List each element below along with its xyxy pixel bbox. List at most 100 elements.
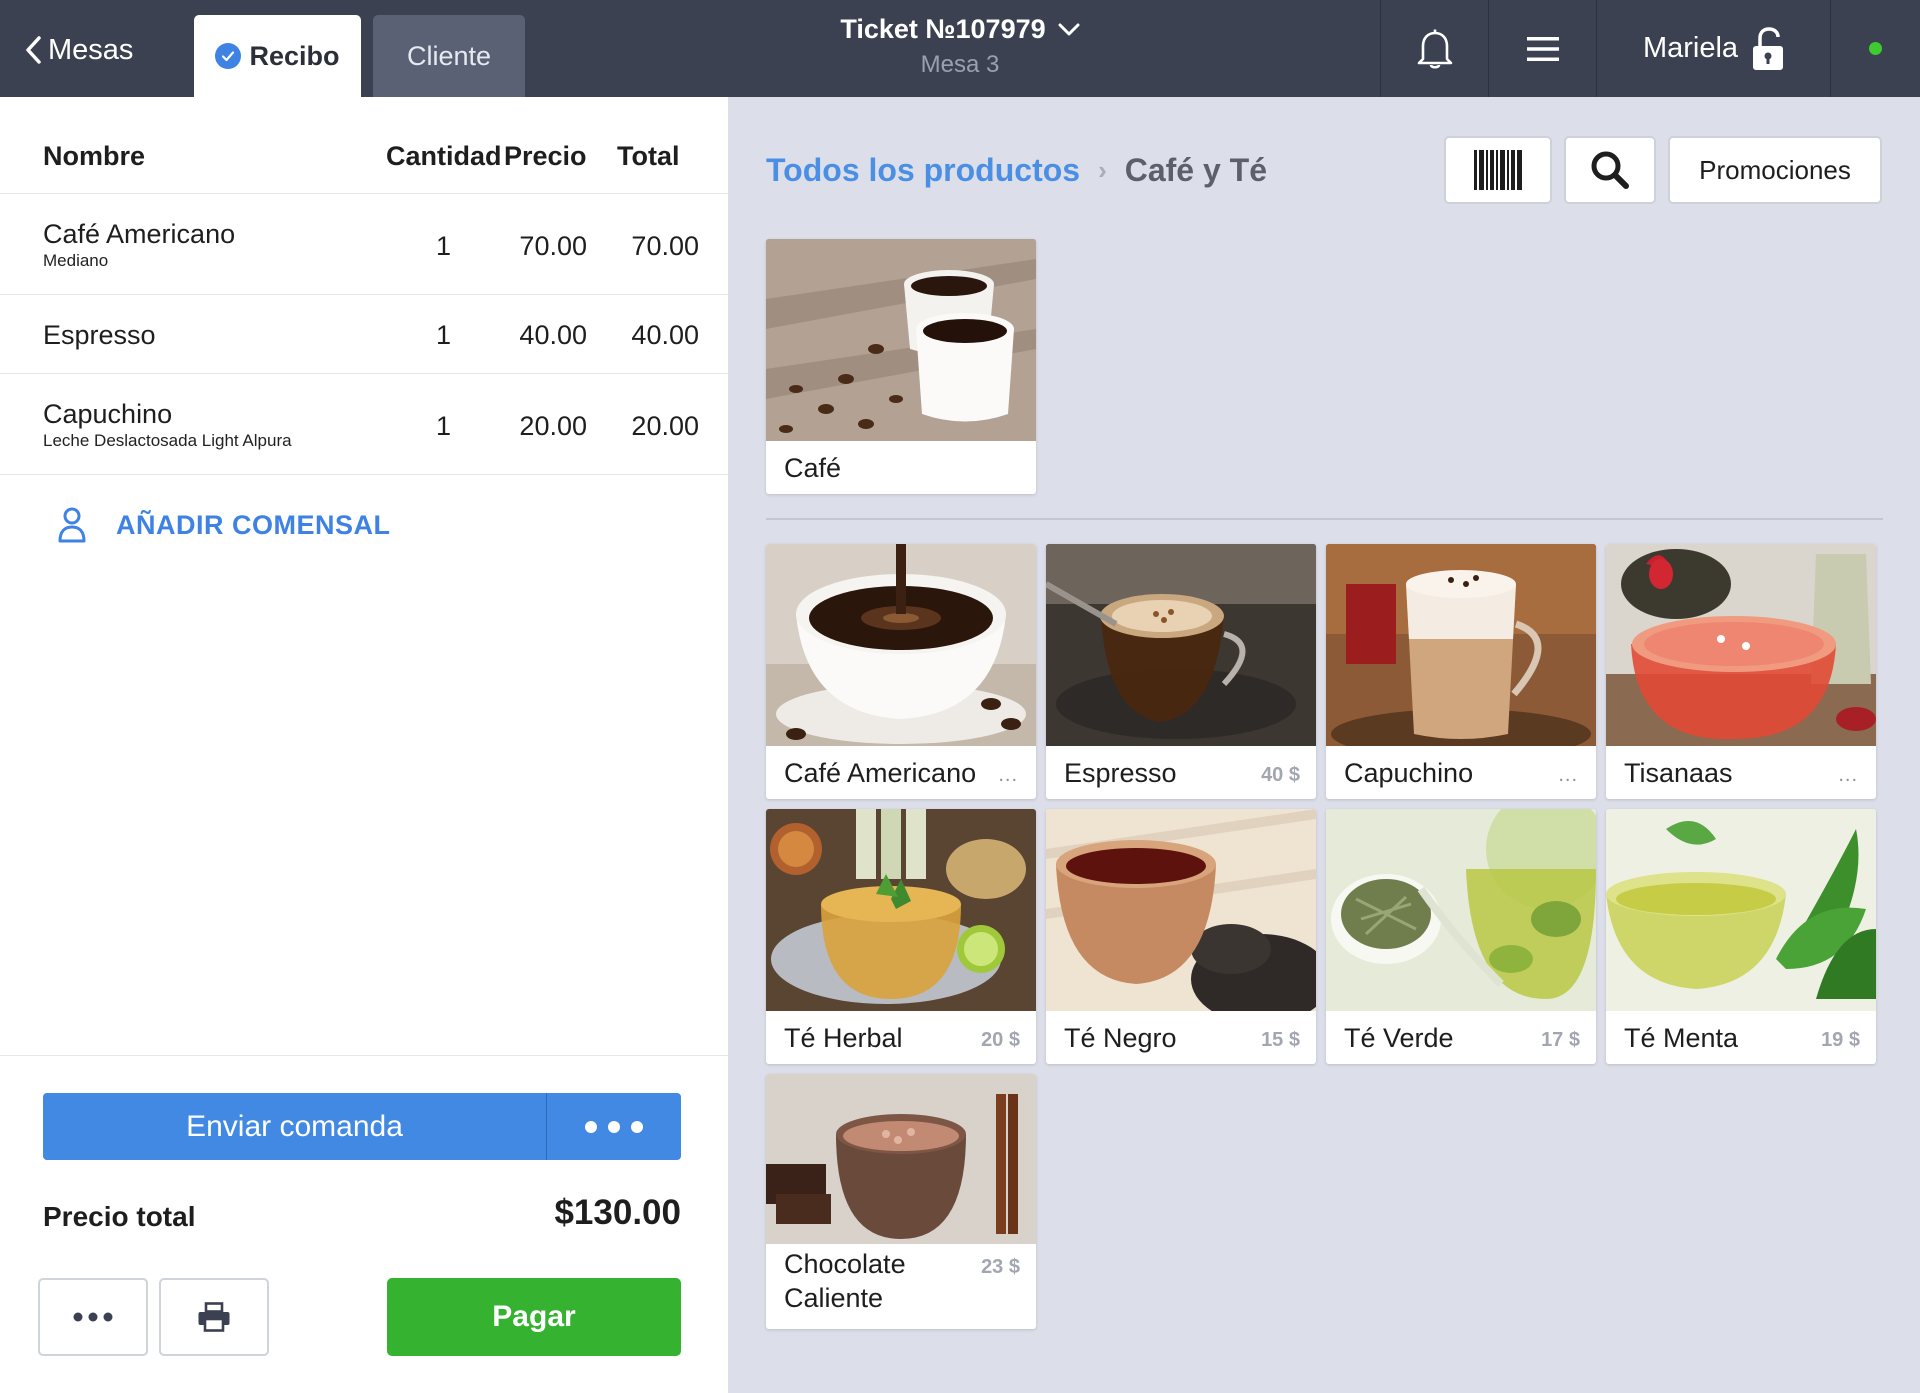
product-price: 40 $ bbox=[1261, 764, 1300, 786]
product-price: 23 $ bbox=[981, 1256, 1020, 1278]
receipt-row[interactable]: Café Americano Mediano 1 70.00 70.00 bbox=[0, 194, 728, 295]
product-name: Té Verde bbox=[1344, 1023, 1454, 1053]
section-divider bbox=[766, 518, 1883, 520]
product-name: Tisanaas bbox=[1624, 758, 1733, 788]
receipt-table-header: Nombre Cantidad Precio Total bbox=[0, 97, 728, 194]
product-card[interactable]: Té Menta 19 $ bbox=[1606, 809, 1876, 1064]
total-price-value: $130.00 bbox=[554, 1193, 681, 1232]
product-price: 19 $ bbox=[1821, 1029, 1860, 1051]
back-to-tables-button[interactable]: Mesas bbox=[24, 30, 133, 70]
ticket-selector[interactable]: Ticket №107979 Mesa 3 bbox=[760, 14, 1160, 79]
user-name: Mariela bbox=[1642, 32, 1739, 64]
product-name: Té Herbal bbox=[784, 1023, 903, 1053]
user-lock-button[interactable]: Mariela bbox=[1596, 0, 1830, 97]
bell-icon bbox=[1417, 29, 1452, 69]
header-total: Total bbox=[617, 141, 680, 171]
tab-cliente[interactable]: Cliente bbox=[373, 15, 525, 97]
barcode-icon bbox=[1474, 150, 1522, 190]
chevron-down-icon bbox=[1058, 23, 1080, 35]
unlock-icon bbox=[1753, 26, 1784, 70]
send-order-button[interactable]: Enviar comanda bbox=[43, 1093, 547, 1160]
notifications-button[interactable] bbox=[1380, 0, 1488, 97]
product-name: Café Americano bbox=[784, 758, 977, 788]
category-name: Café bbox=[784, 453, 842, 483]
pay-button[interactable]: Pagar bbox=[387, 1278, 681, 1356]
product-image bbox=[1606, 809, 1876, 1011]
product-name: Espresso bbox=[1064, 758, 1177, 788]
add-guest-label: AÑADIR COMENSAL bbox=[116, 509, 391, 540]
top-bar: Mesas Recibo Cliente Ticket №107979 Mesa… bbox=[0, 0, 1920, 97]
receipt-row[interactable]: Espresso 1 40.00 40.00 bbox=[0, 295, 728, 374]
product-image bbox=[1326, 544, 1596, 746]
barcode-scan-button[interactable] bbox=[1444, 136, 1552, 204]
product-price: 20 $ bbox=[981, 1029, 1020, 1051]
total-price-label: Precio total bbox=[43, 1201, 196, 1232]
pos-app: Mesas Recibo Cliente Ticket №107979 Mesa… bbox=[0, 0, 1920, 1393]
product-name: Té Negro bbox=[1064, 1023, 1177, 1053]
product-image bbox=[1046, 809, 1316, 1011]
item-price: 20.00 bbox=[519, 411, 587, 441]
receipt-row[interactable]: Capuchino Leche Deslactosada Light Alpur… bbox=[0, 374, 728, 475]
product-card[interactable]: Espresso 40 $ bbox=[1046, 544, 1316, 799]
product-image bbox=[1326, 809, 1596, 1011]
breadcrumb-all-products[interactable]: Todos los productos bbox=[766, 152, 1080, 189]
receipt-footer: Enviar comanda Precio total $130.00 Paga… bbox=[0, 1055, 728, 1393]
item-name: Capuchino bbox=[43, 399, 173, 429]
item-total: 40.00 bbox=[631, 320, 699, 350]
product-image bbox=[1606, 544, 1876, 746]
product-image bbox=[1046, 544, 1316, 746]
search-button[interactable] bbox=[1564, 136, 1656, 204]
breadcrumb-current: Café y Té bbox=[1124, 152, 1268, 188]
item-modifier: Mediano bbox=[43, 251, 109, 270]
breadcrumb-separator: › bbox=[1098, 155, 1107, 185]
breadcrumb: Todos los productos › Café y Té bbox=[766, 152, 1267, 189]
chevron-left-icon bbox=[26, 36, 41, 64]
product-card[interactable]: Café Americano ... bbox=[766, 544, 1036, 799]
tab-recibo[interactable]: Recibo bbox=[194, 15, 361, 97]
item-price: 40.00 bbox=[519, 320, 587, 350]
product-name: Té Menta bbox=[1624, 1023, 1739, 1053]
product-price: ... bbox=[1558, 764, 1578, 786]
header-qty: Cantidad bbox=[386, 141, 502, 171]
product-card[interactable]: Tisanaas ... bbox=[1606, 544, 1876, 799]
receipt-panel: Nombre Cantidad Precio Total Café Americ… bbox=[0, 97, 728, 1393]
item-name: Espresso bbox=[43, 320, 156, 350]
ticket-title: Ticket №107979 bbox=[840, 14, 1046, 44]
product-card[interactable]: Capuchino ... bbox=[1326, 544, 1596, 799]
promotions-button[interactable]: Promociones bbox=[1668, 136, 1882, 204]
main-menu-button[interactable] bbox=[1488, 0, 1596, 97]
print-button[interactable] bbox=[159, 1278, 269, 1356]
add-guest-button[interactable]: AÑADIR COMENSAL bbox=[58, 507, 391, 543]
product-card[interactable]: Té Verde 17 $ bbox=[1326, 809, 1596, 1064]
item-total: 70.00 bbox=[631, 231, 699, 261]
product-image bbox=[766, 1074, 1036, 1244]
tab-cliente-label: Cliente bbox=[406, 40, 492, 71]
check-icon bbox=[215, 43, 242, 69]
hamburger-menu-icon bbox=[1526, 36, 1559, 61]
send-options-button[interactable] bbox=[547, 1093, 681, 1160]
product-price: ... bbox=[998, 764, 1018, 786]
item-qty: 1 bbox=[435, 411, 451, 441]
item-qty: 1 bbox=[435, 320, 451, 350]
item-modifier: Leche Deslactosada Light Alpura bbox=[43, 431, 292, 450]
product-card[interactable]: Té Herbal 20 $ bbox=[766, 809, 1036, 1064]
product-image bbox=[766, 809, 1036, 1011]
person-icon bbox=[58, 507, 86, 543]
more-options-button[interactable] bbox=[38, 1278, 148, 1356]
more-dots-icon bbox=[73, 1312, 113, 1322]
more-dots-icon bbox=[585, 1120, 643, 1133]
tab-recibo-label: Recibo bbox=[249, 40, 340, 71]
connection-status bbox=[1830, 0, 1920, 97]
product-name: Capuchino bbox=[1344, 758, 1474, 788]
send-order-group: Enviar comanda bbox=[43, 1093, 681, 1160]
search-icon bbox=[1591, 151, 1629, 189]
back-label: Mesas bbox=[48, 33, 134, 66]
product-price: 15 $ bbox=[1261, 1029, 1300, 1051]
category-card-cafe[interactable]: Café bbox=[766, 239, 1036, 494]
product-card[interactable]: Té Negro 15 $ bbox=[1046, 809, 1316, 1064]
item-total: 20.00 bbox=[631, 411, 699, 441]
product-image bbox=[766, 544, 1036, 746]
product-price: ... bbox=[1838, 764, 1858, 786]
product-card[interactable]: Chocolate Caliente 23 $ bbox=[766, 1074, 1036, 1329]
item-qty: 1 bbox=[435, 231, 451, 261]
